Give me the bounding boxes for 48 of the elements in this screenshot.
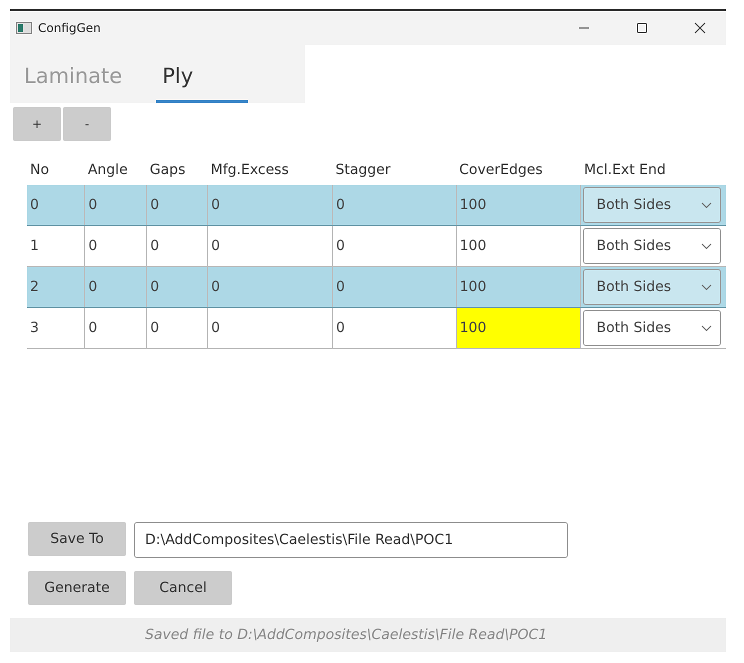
table-cell: 100 [456, 266, 581, 308]
table-cell: 0 [146, 266, 208, 308]
table-cell: 0 [208, 308, 332, 348]
table-cell: 3 [27, 308, 85, 348]
column-header: Mfg.Excess [208, 159, 332, 185]
column-header: No [27, 159, 85, 185]
add-button[interactable]: + [13, 107, 61, 141]
window-title: ConfigGen [38, 21, 102, 35]
dropdown[interactable]: Both Sides [583, 269, 722, 305]
table-cell: 0 [84, 266, 147, 308]
table-cell: 0 [208, 266, 332, 308]
close-icon[interactable] [694, 22, 706, 34]
table-cell: 2 [27, 266, 85, 308]
table-cell: 0 [146, 308, 208, 348]
table-cell: 100 [456, 185, 581, 226]
dropdown[interactable]: Both Sides [583, 228, 722, 264]
table-cell: 0 [27, 185, 85, 226]
table-cell: 0 [84, 185, 147, 226]
column-header: CoverEdges [456, 159, 581, 185]
chevron-down-icon [701, 284, 712, 290]
status-bar: Saved file to D:\AddComposites\Caelestis\File Read\POC1 [10, 618, 726, 652]
generate-button[interactable]: Generate [28, 571, 126, 605]
table-row[interactable]: 2 0 0 0 0 100 Both Sides [27, 266, 726, 308]
dropdown[interactable]: Both Sides [583, 187, 722, 223]
chevron-down-icon [701, 242, 712, 250]
path-field[interactable]: D:\AddComposites\Caelestis\File Read\POC1 [134, 522, 568, 558]
column-header: Gaps [146, 159, 208, 185]
table-row[interactable]: 3 0 0 0 0 100 Both Sides [27, 308, 726, 348]
table-cell: 0 [332, 266, 456, 308]
column-header: Angle [84, 159, 147, 185]
column-header: Mcl.Ext End [580, 159, 726, 185]
chevron-down-icon [701, 324, 712, 332]
table-cell: 0 [84, 308, 147, 348]
table-row[interactable]: 1 0 0 0 0 100 Both Sides [27, 226, 726, 266]
save-to-button[interactable]: Save To [28, 522, 126, 556]
column-header: Stagger [332, 159, 456, 185]
table-cell: 100 [456, 308, 581, 348]
remove-button[interactable]: - [63, 107, 111, 141]
table-cell: 0 [146, 185, 208, 226]
table-row[interactable]: 0 0 0 0 0 100 Both Sides [27, 185, 726, 226]
dropdown[interactable]: Both Sides [583, 310, 722, 346]
chevron-down-icon [701, 202, 712, 208]
table-cell: 0 [332, 185, 456, 226]
maximize-icon[interactable] [636, 22, 648, 34]
tab[interactable]: Ply [156, 64, 248, 103]
cancel-button[interactable]: Cancel [134, 571, 232, 605]
table-cell: 0 [208, 185, 332, 226]
app-icon [16, 22, 32, 34]
